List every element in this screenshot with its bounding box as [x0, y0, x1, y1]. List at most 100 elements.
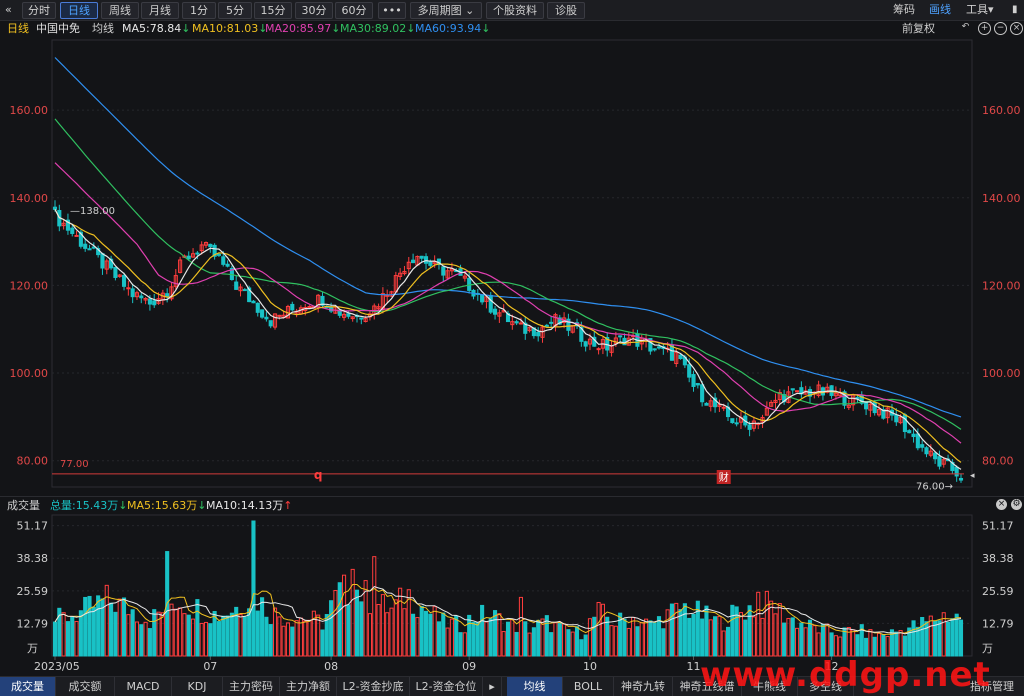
candle-body	[747, 424, 752, 430]
candle-body	[609, 345, 614, 353]
volume-bar	[562, 623, 567, 657]
volume-bar	[100, 598, 105, 657]
tab-period-weekly[interactable]: 周线	[101, 2, 139, 19]
candle-body	[307, 305, 312, 308]
volume-bar	[570, 631, 575, 657]
tab-kdj[interactable]: KDJ	[172, 677, 223, 696]
volume-bar	[859, 624, 864, 657]
top-toolbar: « 分时 日线 周线 月线 1分 5分 15分 30分 60分 ••• 多周期图…	[0, 0, 1024, 21]
tab-volume[interactable]: 成交量	[0, 677, 56, 696]
tab-boll[interactable]: BOLL	[563, 677, 614, 696]
volume-bar	[143, 621, 148, 657]
candle-body	[838, 392, 843, 397]
volume-bar	[600, 603, 605, 657]
candle-body	[255, 302, 260, 313]
tab-period-1min[interactable]: 1分	[182, 2, 216, 19]
diagnosis-button[interactable]: 诊股	[547, 2, 585, 19]
volume-bar	[846, 626, 851, 657]
tab-period-monthly[interactable]: 月线	[141, 2, 179, 19]
multi-period-button[interactable]: 多周期图 ⌄	[410, 2, 482, 19]
candle-body	[74, 234, 79, 237]
volume-bar	[411, 613, 416, 657]
tab-period-daily[interactable]: 日线	[60, 2, 98, 19]
undo-icon[interactable]: ↶	[960, 22, 971, 33]
close-icon[interactable]: ×	[1010, 22, 1023, 35]
volume-bar	[212, 611, 217, 657]
candle-body	[78, 231, 83, 247]
candle-body	[549, 321, 554, 324]
tab-turnover[interactable]: 成交额	[56, 677, 115, 696]
volume-ma-lines	[54, 584, 962, 636]
candle-body	[143, 297, 148, 301]
tab-period-30min[interactable]: 30分	[295, 2, 333, 19]
candle-body	[864, 401, 869, 410]
candle-body	[234, 281, 239, 290]
tab-main-code[interactable]: 主力密码	[223, 677, 280, 696]
volume-bar	[544, 615, 549, 657]
candle-body	[734, 422, 739, 425]
volume-bar	[596, 602, 601, 657]
candle-body	[96, 248, 101, 256]
draw-line-button[interactable]: 画线	[929, 2, 951, 17]
candle-body	[626, 337, 631, 346]
volume-bar	[885, 636, 890, 657]
zoom-in-icon[interactable]: +	[978, 22, 991, 35]
tab-period-fenshi[interactable]: 分时	[22, 2, 56, 19]
candle-body	[812, 391, 817, 395]
volume-bar	[186, 614, 191, 657]
avg-line-label[interactable]: 均线	[92, 20, 114, 38]
candle-body	[665, 347, 670, 350]
tab-macd[interactable]: MACD	[115, 677, 172, 696]
tab-period-15min[interactable]: 15分	[254, 2, 292, 19]
volume-bar	[915, 626, 920, 657]
back-icon[interactable]: «	[5, 2, 12, 17]
event-marker-box	[716, 470, 731, 484]
volume-ma10-line	[54, 586, 962, 635]
candle-body	[121, 275, 127, 287]
watermark: www.ddgp.net	[700, 655, 991, 695]
candle-body	[721, 406, 726, 409]
candle-body	[700, 384, 705, 403]
candle-body	[920, 444, 925, 448]
tab-ma[interactable]: 均线	[507, 677, 563, 696]
tab-magic-nine[interactable]: 神奇九转	[614, 677, 673, 696]
tab-period-60min[interactable]: 60分	[335, 2, 373, 19]
candlestick-chart[interactable]: 160.00 160.00 140.00 140.00 120.00 120.00 100.…	[0, 0, 1024, 695]
tab-period-5min[interactable]: 5分	[218, 2, 252, 19]
volume-bar	[333, 590, 338, 657]
tools-menu-button[interactable]: 工具▾	[966, 2, 994, 17]
candle-body	[411, 259, 416, 264]
candle-body	[480, 294, 485, 303]
volume-bar	[298, 617, 303, 657]
collapse-icon[interactable]: ▮	[1012, 2, 1018, 17]
volume-bar	[346, 604, 351, 657]
candle-body	[562, 317, 567, 324]
candle-body	[708, 400, 713, 407]
close-icon[interactable]: ×	[996, 499, 1007, 510]
volume-bar	[406, 589, 411, 657]
volume-bar	[894, 631, 899, 657]
tab-l2-position[interactable]: L2-资金仓位	[410, 677, 483, 696]
zoom-out-icon[interactable]: −	[994, 22, 1007, 35]
volume-bar	[61, 612, 66, 657]
candle-body	[600, 339, 605, 349]
volume-bar	[743, 619, 748, 657]
adjust-mode-button[interactable]: 前复权	[902, 20, 935, 38]
volume-ma10-text: MA10:14.13万	[206, 499, 284, 512]
ma30-text: MA30:89.02	[340, 22, 407, 35]
volume-total: 总量:15.43万↓	[50, 497, 127, 514]
settings-icon[interactable]: ⚙	[1011, 499, 1022, 510]
tab-main-net[interactable]: 主力净额	[280, 677, 337, 696]
tab-l2-bottom[interactable]: L2-资金抄底	[337, 677, 410, 696]
candle-body	[419, 255, 424, 259]
volume-bar	[268, 624, 273, 657]
candle-body	[730, 418, 735, 424]
volume-bar	[389, 607, 394, 657]
stock-info-button[interactable]: 个股资料	[486, 2, 544, 19]
more-periods-button[interactable]: •••	[378, 2, 406, 19]
volume-bar	[372, 556, 377, 657]
chips-button[interactable]: 筹码	[893, 2, 915, 17]
volume-tick-label: 38.38	[17, 552, 49, 565]
chevron-right-icon[interactable]: ▸	[483, 677, 502, 696]
volume-bar	[359, 601, 364, 657]
